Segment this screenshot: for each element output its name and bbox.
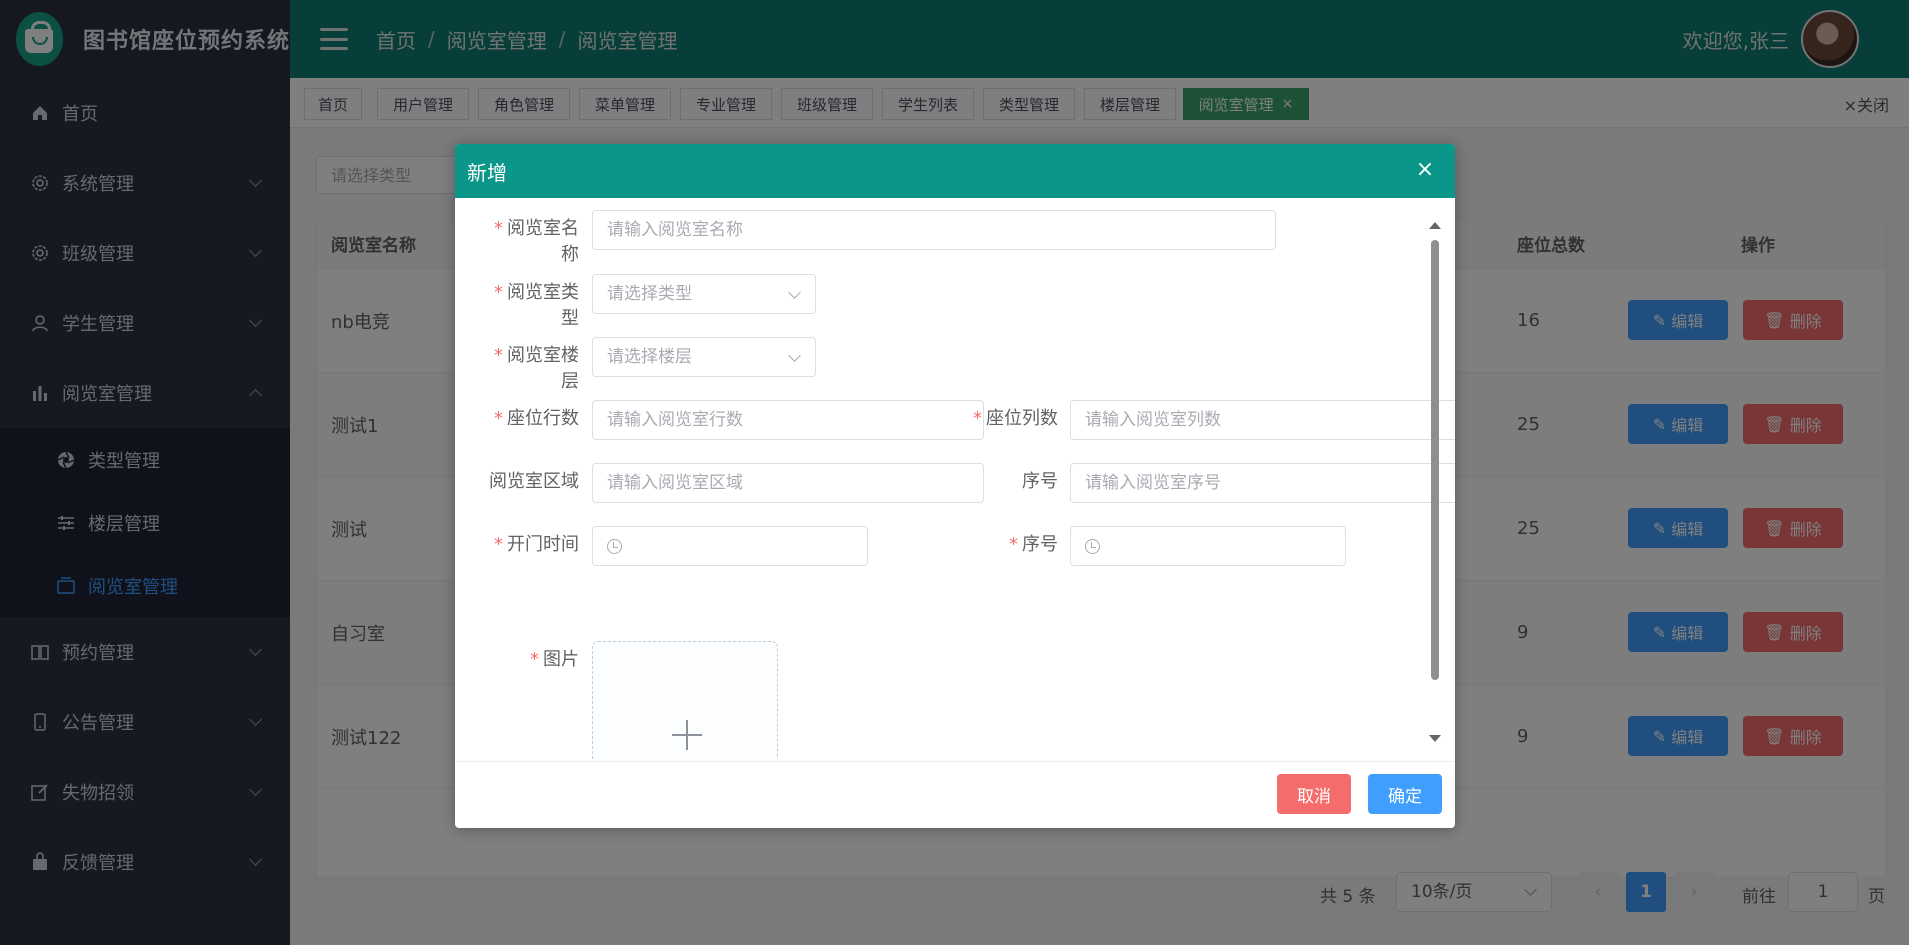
confirm-button[interactable]: 确定 <box>1368 774 1442 814</box>
scroll-up-icon[interactable] <box>1429 222 1441 229</box>
close-icon[interactable]: × <box>1413 158 1437 182</box>
open-time-label: * 开门时间 <box>494 534 579 555</box>
room-area-input[interactable]: 请输入阅览室区域 <box>592 463 984 503</box>
area-label: 阅览室区域 <box>489 471 579 492</box>
order2-label: * 序号 <box>1009 534 1058 555</box>
open-time-picker[interactable] <box>592 526 868 566</box>
clock-icon <box>607 539 622 554</box>
order-label: 序号 <box>1022 471 1058 492</box>
seat-rows-input[interactable]: 请输入阅览室行数 <box>592 400 984 440</box>
cancel-button[interactable]: 取消 <box>1277 774 1351 814</box>
rows-label: * 座位行数 <box>494 408 579 429</box>
dialog-footer: 取消 确定 <box>455 761 1455 828</box>
add-reading-room-dialog: 新增 × * 阅览室名称 请输入阅览室名称 * 阅览室类型 请选择类型 * 阅览室楼层… <box>455 144 1455 828</box>
image-upload[interactable] <box>592 641 778 759</box>
room-type-select[interactable]: 请选择类型 <box>592 274 816 314</box>
close-time-picker[interactable] <box>1070 526 1346 566</box>
room-floor-select[interactable]: 请选择楼层 <box>592 337 816 377</box>
name-label: * 阅览室名称 <box>494 218 579 265</box>
seat-cols-input[interactable]: 请输入阅览室列数 <box>1070 400 1455 440</box>
dialog-scrollbar[interactable] <box>1429 222 1441 742</box>
room-order-input[interactable]: 请输入阅览室序号 <box>1070 463 1455 503</box>
plus-icon <box>672 720 702 750</box>
image-label: * 图片 <box>530 649 579 670</box>
room-floor-placeholder: 请选择楼层 <box>607 347 692 367</box>
room-type-placeholder: 请选择类型 <box>607 284 692 304</box>
cols-label: * 座位列数 <box>973 408 1058 429</box>
room-name-input[interactable]: 请输入阅览室名称 <box>592 210 1276 250</box>
clock-icon <box>1085 539 1100 554</box>
type-label: * 阅览室类型 <box>494 282 579 329</box>
chevron-down-icon <box>788 286 801 299</box>
scroll-down-icon[interactable] <box>1429 735 1441 742</box>
chevron-down-icon <box>788 349 801 362</box>
dialog-body: * 阅览室名称 请输入阅览室名称 * 阅览室类型 请选择类型 * 阅览室楼层 请选择楼… <box>455 198 1455 759</box>
floor-label: * 阅览室楼层 <box>494 345 579 392</box>
scroll-thumb[interactable] <box>1431 240 1439 680</box>
dialog-title: 新增 <box>467 160 507 185</box>
dialog-header: 新增 × <box>455 144 1455 198</box>
